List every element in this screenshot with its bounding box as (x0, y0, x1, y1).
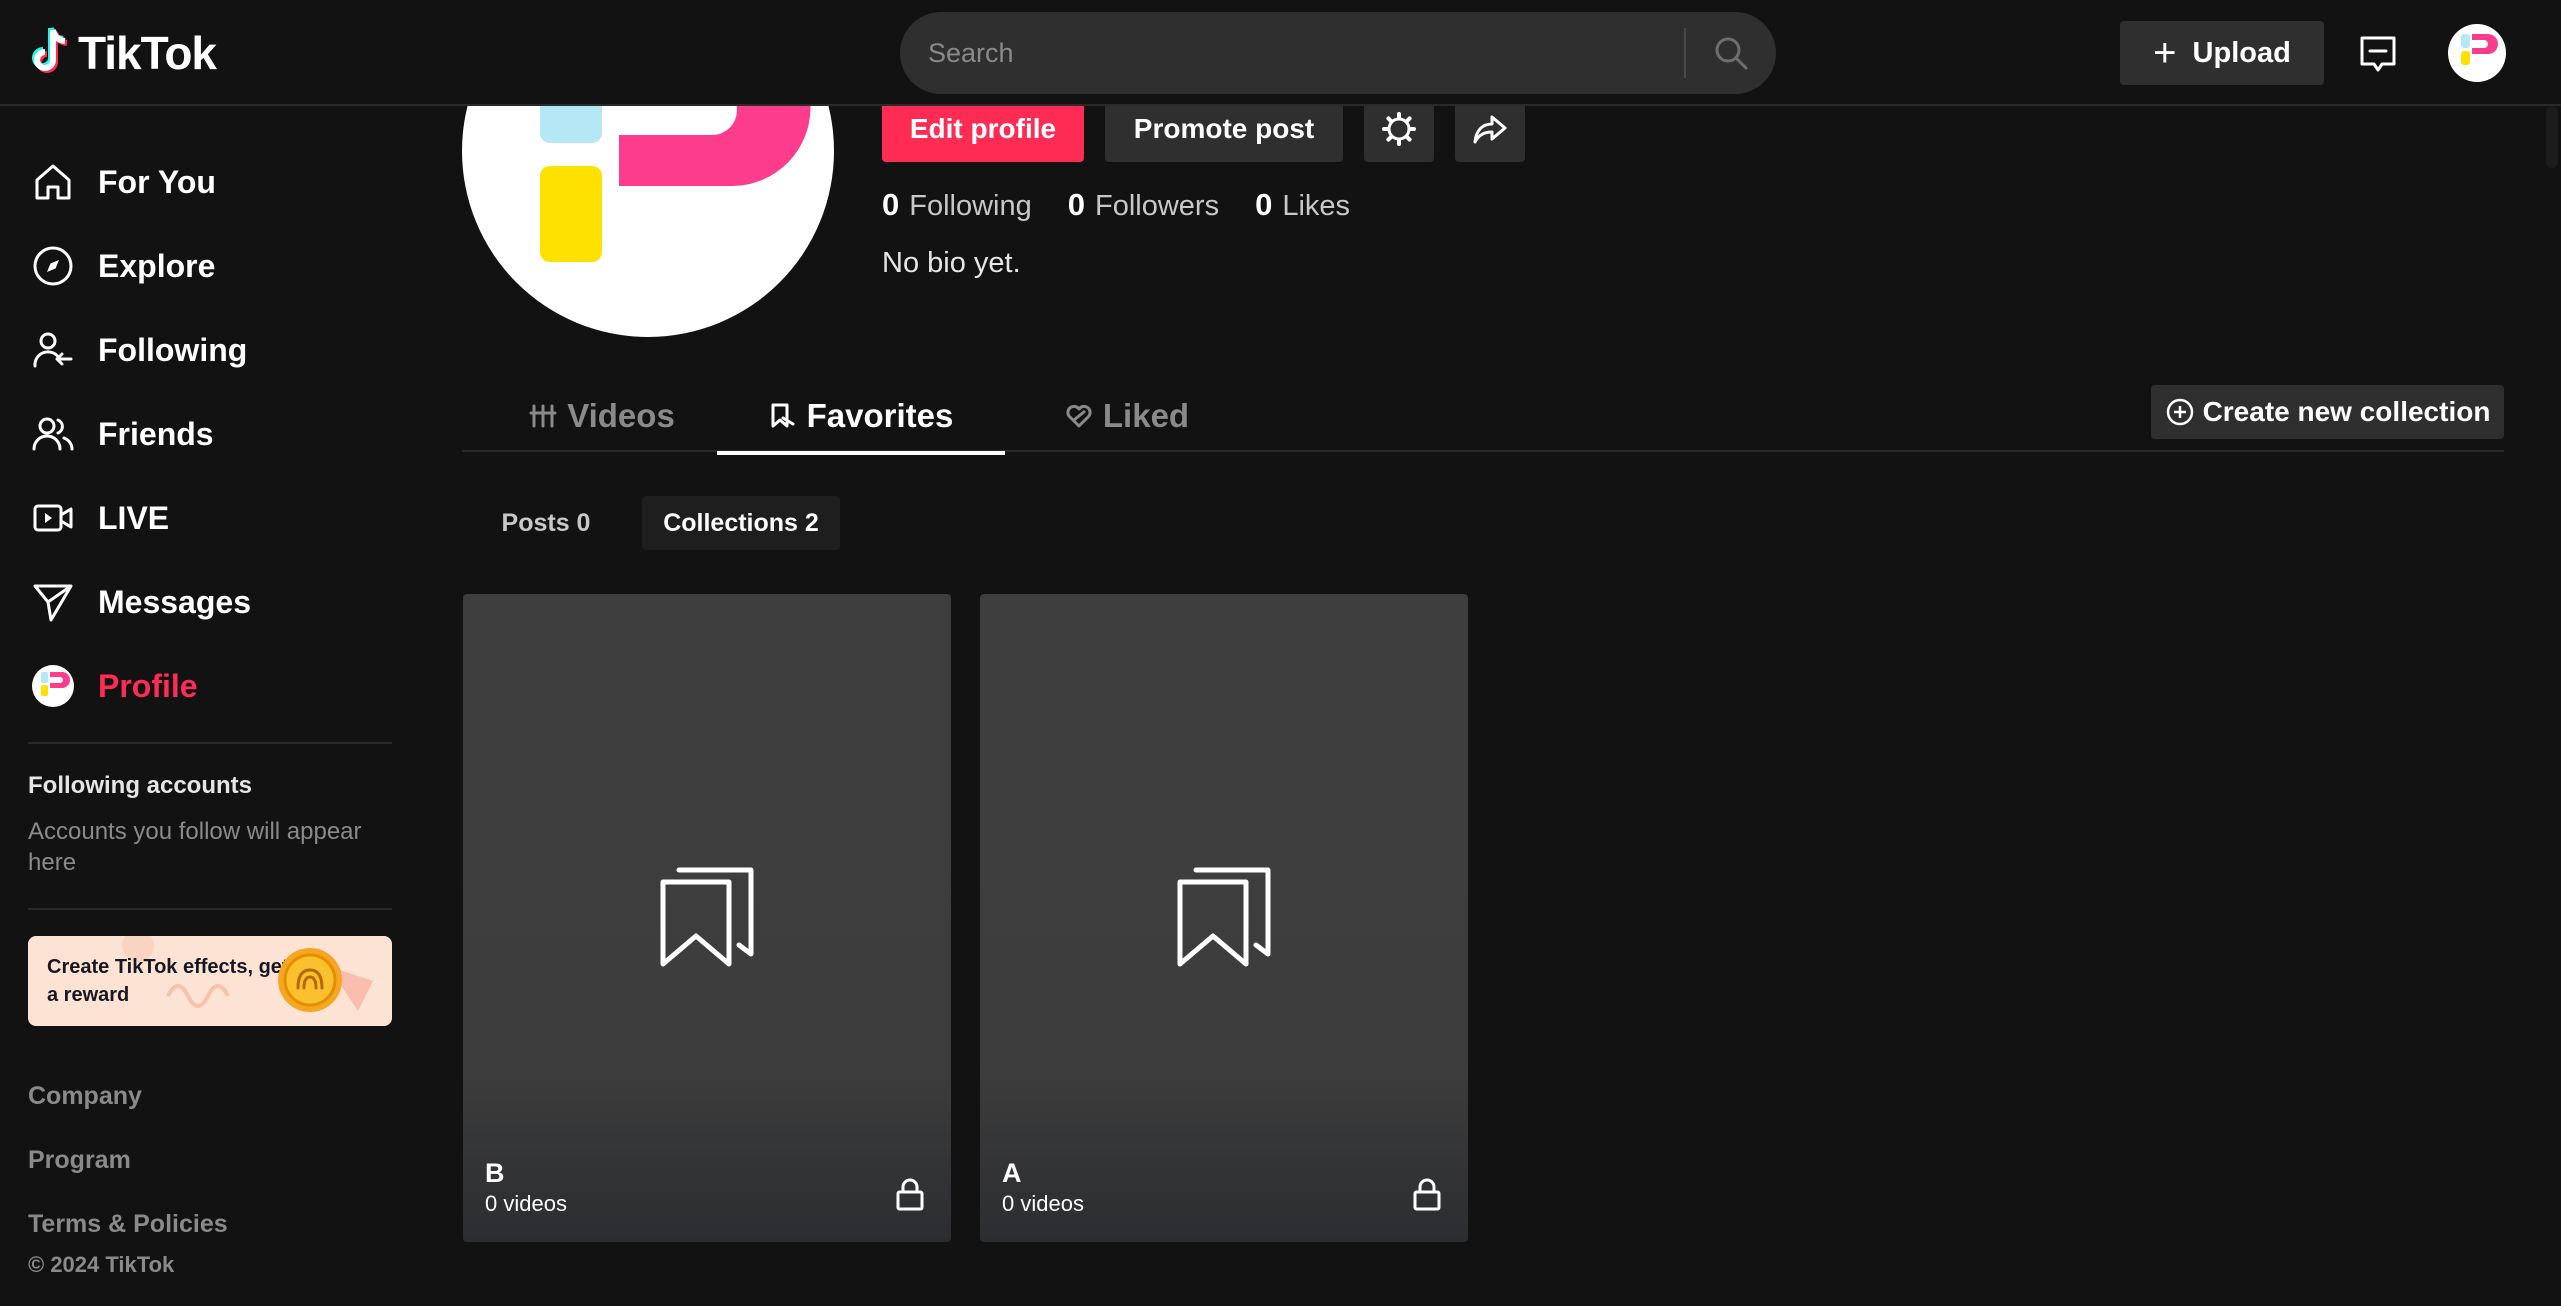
following-accounts-hint: Accounts you follow will appear here (28, 818, 362, 876)
tab-videos[interactable]: Videos (522, 380, 682, 452)
nav-live[interactable]: LIVE (28, 488, 169, 548)
lock-icon (896, 1178, 924, 1211)
compass-icon (28, 241, 78, 291)
bookmarks-icon (660, 867, 754, 967)
app-root: TikTok + Upload (0, 0, 2561, 1306)
plus-icon: + (2153, 31, 2177, 75)
create-collection-button[interactable]: Create new collection (2151, 385, 2504, 439)
search-button[interactable] (1686, 12, 1776, 94)
home-icon (28, 157, 78, 207)
friends-icon (28, 409, 78, 459)
effects-banner[interactable]: Create TikTok effects, get a reward (28, 936, 392, 1026)
footer-terms[interactable]: Terms & Policies (28, 1210, 228, 1239)
tab-favorites[interactable]: Favorites (717, 380, 1005, 455)
nav-profile[interactable]: Profile (28, 656, 198, 716)
upload-button[interactable]: + Upload (2120, 21, 2324, 85)
subtab-posts[interactable]: Posts 0 (482, 496, 610, 550)
nav-label: Following (98, 331, 248, 368)
nav-label: Messages (98, 583, 251, 620)
tab-label: Favorites (806, 397, 954, 434)
nav-messages[interactable]: Messages (28, 572, 251, 632)
grid-icon (529, 401, 559, 431)
share-icon (1473, 115, 1507, 144)
footer-program[interactable]: Program (28, 1146, 131, 1175)
stat-followers[interactable]: 0 Followers (1068, 187, 1219, 223)
sidebar: For You Explore Following Friends LIVE M… (0, 106, 420, 1306)
paper-plane-icon (28, 577, 78, 627)
tab-liked[interactable]: Liked (1052, 380, 1202, 452)
upload-label: Upload (2192, 36, 2291, 69)
stat-label: Following (909, 190, 1032, 222)
nav-label: LIVE (98, 499, 170, 536)
top-header: TikTok + Upload (0, 0, 2561, 106)
stat-following[interactable]: 0 Following (882, 187, 1032, 223)
header-avatar[interactable] (2448, 24, 2506, 82)
stat-number: 0 (1067, 187, 1085, 222)
profile-stats: 0 Following 0 Followers 0 Likes (882, 185, 1386, 225)
plus-circle-icon (2165, 397, 2195, 427)
stat-likes: 0 Likes (1255, 187, 1350, 223)
user-follow-icon (28, 325, 78, 375)
stat-number: 0 (882, 187, 900, 222)
heart-icon (1065, 401, 1095, 431)
collection-count: 0 videos (1002, 1191, 1084, 1216)
bookmark-icon (769, 401, 799, 431)
stat-label: Followers (1095, 190, 1220, 222)
following-accounts-title: Following accounts (28, 772, 253, 799)
tab-label: Videos (567, 397, 675, 434)
avatar-image (2461, 34, 2498, 65)
sidebar-divider (28, 908, 392, 910)
search-bar (900, 12, 1776, 94)
nav-friends[interactable]: Friends (28, 404, 214, 464)
stat-label: Likes (1282, 190, 1351, 222)
coin-icon (278, 948, 342, 1012)
bookmarks-icon (1177, 867, 1271, 967)
nav-label: For You (98, 163, 216, 200)
copyright: © 2024 TikTok (28, 1252, 175, 1277)
create-collection-label: Create new collection (2202, 396, 2491, 427)
collection-name: B (485, 1158, 505, 1188)
collection-name: A (1002, 1158, 1022, 1188)
nav-explore[interactable]: Explore (28, 236, 215, 296)
tab-label: Liked (1102, 397, 1190, 434)
tiktok-logo[interactable]: TikTok (26, 24, 217, 82)
collection-count: 0 videos (485, 1191, 567, 1216)
footer-company[interactable]: Company (28, 1082, 142, 1111)
nav-for-you[interactable]: For You (28, 152, 216, 212)
nav-following[interactable]: Following (28, 320, 247, 380)
page-scrollbar[interactable] (2546, 106, 2558, 168)
live-icon (28, 493, 78, 543)
collection-card[interactable]: B 0 videos (463, 594, 951, 1242)
collection-card[interactable]: A 0 videos (980, 594, 1468, 1242)
nav-label: Friends (98, 415, 214, 452)
inbox-icon[interactable] (2356, 32, 2400, 76)
lock-icon (1413, 1178, 1441, 1211)
stat-number: 0 (1255, 187, 1273, 222)
nav-label: Profile (98, 667, 198, 704)
search-icon (1715, 37, 1748, 70)
gear-icon (1382, 112, 1416, 146)
profile-bio: No bio yet. (882, 247, 1021, 279)
tiktok-note-icon (32, 27, 68, 73)
logo-text: TikTok (78, 27, 217, 79)
sidebar-divider (28, 742, 392, 744)
subtab-collections[interactable]: Collections 2 (642, 496, 840, 550)
search-input[interactable] (900, 12, 1684, 94)
effects-banner-text: Create TikTok effects, get a reward (47, 956, 289, 1006)
nav-label: Explore (98, 247, 216, 284)
profile-avatar-icon (28, 661, 78, 711)
